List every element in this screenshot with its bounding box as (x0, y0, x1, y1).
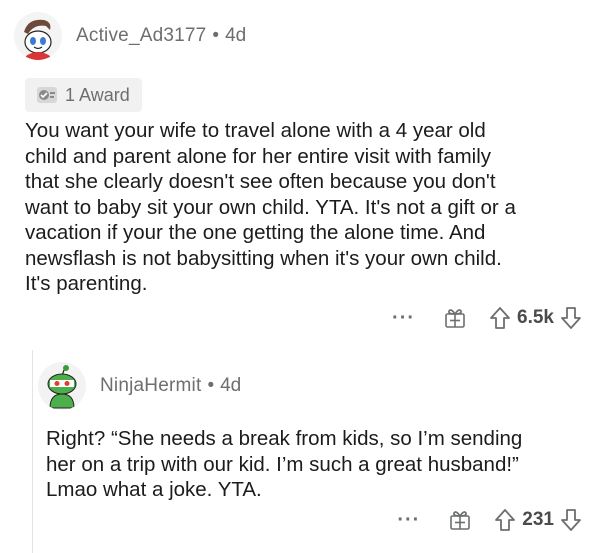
arrow-down-icon[interactable] (560, 508, 582, 532)
comment-header: NinjaHermit • 4d (38, 362, 241, 410)
award-label: 1 Award (65, 84, 130, 105)
snoo-avatar-icon[interactable] (14, 12, 62, 60)
more-options-button[interactable]: ··· (392, 307, 415, 330)
separator: • (212, 25, 220, 46)
award-icon (35, 84, 59, 106)
gift-icon[interactable] (443, 306, 467, 330)
arrow-up-icon[interactable] (489, 306, 511, 330)
arrow-down-icon[interactable] (560, 306, 582, 330)
separator: • (207, 375, 215, 396)
comment-actions: ··· 6.5k (392, 306, 582, 330)
vote-count: 6.5k (517, 307, 554, 328)
gift-icon[interactable] (448, 508, 472, 532)
vote-count: 231 (522, 509, 554, 530)
comment-actions: ··· 231 (397, 508, 582, 532)
username[interactable]: Active_Ad3177 (76, 25, 206, 47)
award-badge[interactable]: 1 Award (25, 78, 142, 112)
comment-age: 4d (220, 375, 242, 396)
username[interactable]: NinjaHermit (100, 375, 201, 397)
comment-header: Active_Ad3177 • 4d (14, 12, 246, 60)
more-options-button[interactable]: ··· (397, 509, 420, 532)
comment-age: 4d (225, 25, 247, 46)
comment-body: You want your wife to travel alone with … (25, 119, 516, 295)
comment-body: Right? “She needs a break from kids, so … (46, 427, 523, 501)
snoo-avatar-icon[interactable] (38, 362, 86, 410)
thread-line[interactable] (32, 350, 33, 553)
arrow-up-icon[interactable] (494, 508, 516, 532)
